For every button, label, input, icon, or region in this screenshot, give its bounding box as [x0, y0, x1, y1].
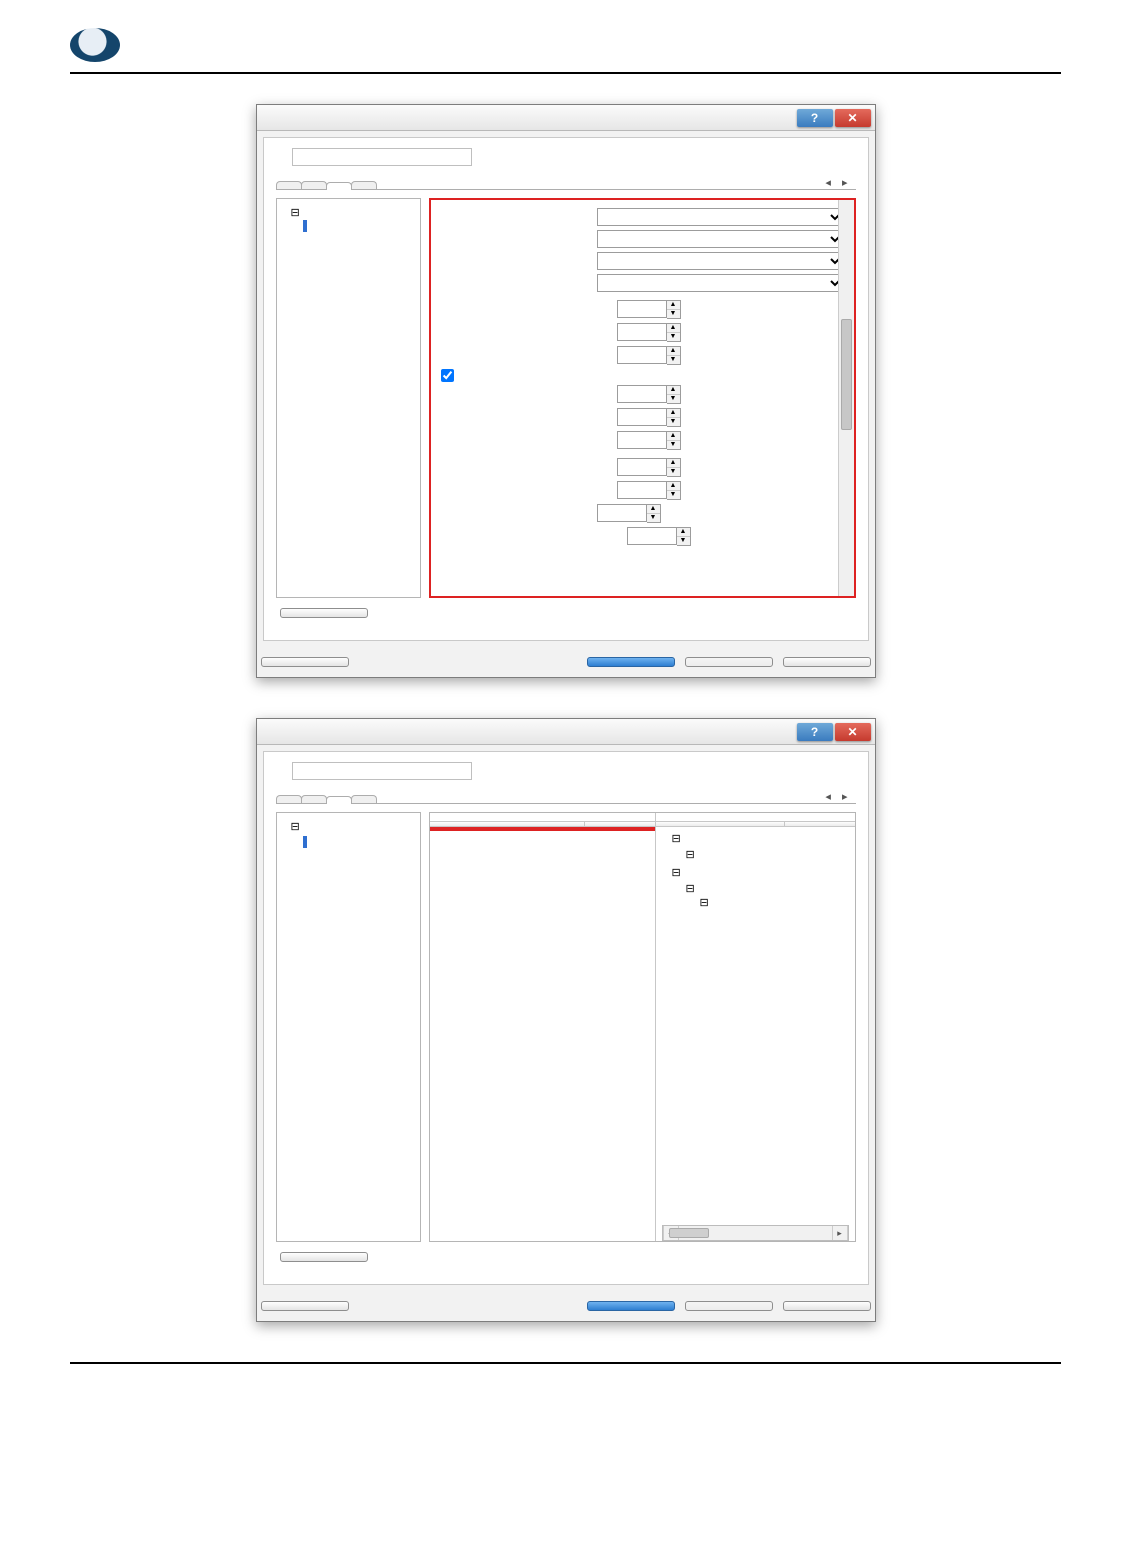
cancel-button[interactable]	[783, 657, 871, 667]
tab-general[interactable]	[276, 795, 302, 803]
tab-general[interactable]	[276, 181, 302, 189]
grid-header-value	[585, 822, 655, 826]
close-icon[interactable]: ✕	[835, 723, 871, 741]
packet-tree[interactable]: ⊟ ⊟ ⊟	[656, 827, 855, 920]
name-input[interactable]	[292, 762, 472, 780]
advertising-type-select[interactable]	[597, 230, 844, 248]
slave-latency-input[interactable]: ▲▼	[597, 504, 661, 523]
settings-tree[interactable]: ⊟	[276, 198, 421, 598]
tabs: ◂ ▸	[276, 176, 856, 190]
spin-up-icon[interactable]: ▲	[677, 528, 690, 537]
tabs: ◂ ▸	[276, 790, 856, 804]
scrollbar[interactable]	[838, 200, 854, 596]
h-scrollbar[interactable]: ◂ ▸	[662, 1225, 849, 1241]
slow-max-input[interactable]: ▲▼	[617, 408, 681, 427]
discovery-mode-select[interactable]	[597, 208, 844, 226]
conn-max-input[interactable]: ▲▼	[617, 481, 681, 500]
tab-gap-settings[interactable]	[326, 182, 352, 190]
spin-up-icon[interactable]: ▲	[667, 347, 680, 356]
ok-button[interactable]	[587, 1301, 675, 1311]
spin-up-icon[interactable]: ▲	[667, 324, 680, 333]
spin-up-icon[interactable]: ▲	[667, 459, 680, 468]
settings-tree[interactable]: ⊟	[276, 812, 421, 1242]
spin-down-icon[interactable]: ▼	[667, 356, 680, 364]
tabs-nav-arrows[interactable]: ◂ ▸	[825, 790, 855, 803]
fig34-settings-panel: ⊟ ⊟ ⊟	[429, 812, 856, 1242]
grid-header-des	[785, 822, 855, 826]
spin-down-icon[interactable]: ▼	[667, 310, 680, 318]
fig34-dialog: ? ✕ ◂ ▸ ⊟	[256, 718, 876, 1322]
fig33-titlebar: ? ✕	[257, 105, 875, 131]
spin-down-icon[interactable]: ▼	[677, 537, 690, 545]
spin-up-icon[interactable]: ▲	[667, 482, 680, 491]
spin-up-icon[interactable]: ▲	[647, 505, 660, 514]
slow-interval-checkbox[interactable]	[441, 369, 458, 382]
page-header	[70, 30, 1061, 74]
spin-down-icon[interactable]: ▼	[667, 418, 680, 426]
restore-defaults-button[interactable]	[280, 608, 368, 618]
help-icon[interactable]: ?	[797, 109, 833, 127]
adv-packet-col: ⊟ ⊟ ⊟	[655, 813, 855, 1241]
restore-defaults-button[interactable]	[280, 1252, 368, 1262]
conn-min-input[interactable]: ▲▼	[617, 458, 681, 477]
tree-scan-response[interactable]	[303, 849, 418, 851]
tab-built-in[interactable]	[351, 181, 377, 189]
tree-adv-packet[interactable]	[303, 836, 307, 848]
fig34-titlebar: ? ✕	[257, 719, 875, 745]
close-icon[interactable]: ✕	[835, 109, 871, 127]
adv-packet-label	[656, 813, 855, 821]
datasheet-button[interactable]	[261, 1301, 349, 1311]
fig33-settings-panel: ▲▼ ▲▼ ▲▼ ▲▼	[429, 198, 856, 598]
spin-down-icon[interactable]: ▼	[667, 395, 680, 403]
datasheet-button[interactable]	[261, 657, 349, 667]
tab-gap-settings[interactable]	[326, 796, 352, 804]
apply-button[interactable]	[685, 657, 773, 667]
tabs-nav-arrows[interactable]: ◂ ▸	[825, 176, 855, 189]
apply-button[interactable]	[685, 1301, 773, 1311]
tab-built-in[interactable]	[351, 795, 377, 803]
spin-up-icon[interactable]: ▲	[667, 432, 680, 441]
tab-profiles[interactable]	[301, 181, 327, 189]
sup-timeout-input[interactable]: ▲▼	[627, 527, 691, 546]
slow-timeout-input[interactable]: ▲▼	[617, 431, 681, 450]
fast-timeout-input[interactable]: ▲▼	[617, 346, 681, 365]
tree-security[interactable]	[291, 238, 418, 240]
spin-up-icon[interactable]: ▲	[667, 386, 680, 395]
adv-data-settings-col	[430, 813, 655, 1241]
spin-down-icon[interactable]: ▼	[667, 491, 680, 499]
adv-channel-select[interactable]	[597, 274, 844, 292]
adv-data-settings-label	[430, 813, 655, 821]
spin-down-icon[interactable]: ▼	[647, 514, 660, 522]
tab-profiles[interactable]	[301, 795, 327, 803]
fast-min-input[interactable]: ▲▼	[617, 300, 681, 319]
spin-down-icon[interactable]: ▼	[667, 468, 680, 476]
spin-up-icon[interactable]: ▲	[667, 409, 680, 418]
page-footer	[70, 1362, 1061, 1374]
logo-globe-icon	[70, 28, 120, 62]
spin-down-icon[interactable]: ▼	[667, 333, 680, 341]
scroll-right-icon[interactable]: ▸	[832, 1226, 848, 1240]
tree-security[interactable]	[291, 852, 418, 854]
fig33-dialog: ? ✕ ◂ ▸ ⊟	[256, 104, 876, 678]
name-input[interactable]	[292, 148, 472, 166]
spin-up-icon[interactable]: ▲	[667, 301, 680, 310]
grid-header-name	[430, 822, 585, 826]
help-icon[interactable]: ?	[797, 723, 833, 741]
fast-max-input[interactable]: ▲▼	[617, 323, 681, 342]
cancel-button[interactable]	[783, 1301, 871, 1311]
ok-button[interactable]	[587, 657, 675, 667]
slow-min-input[interactable]: ▲▼	[617, 385, 681, 404]
tree-adv-settings[interactable]	[303, 220, 307, 232]
slow-interval-check[interactable]	[441, 369, 454, 382]
filter-policy-select[interactable]	[597, 252, 844, 270]
spin-down-icon[interactable]: ▼	[667, 441, 680, 449]
tree-scan-response[interactable]	[303, 235, 418, 237]
